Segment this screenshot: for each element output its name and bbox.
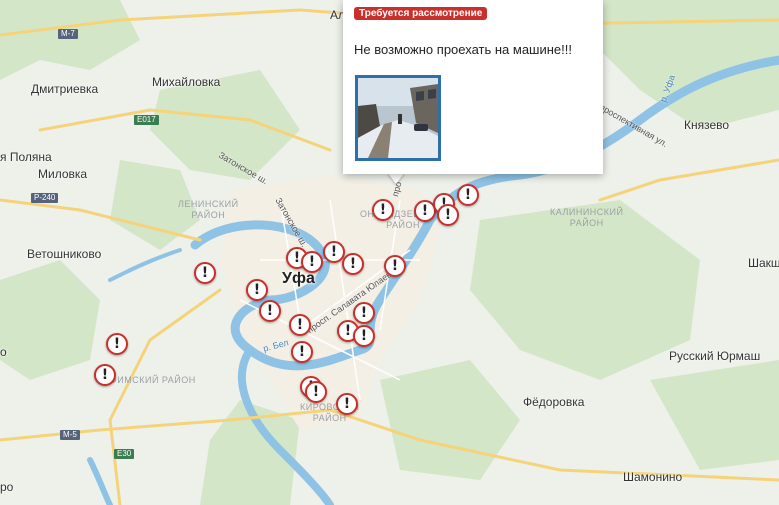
- highway-shield-p240: Р-240: [31, 193, 59, 203]
- incident-marker[interactable]: !: [457, 184, 479, 206]
- incident-marker[interactable]: !: [342, 253, 364, 275]
- place-label-dmitrievka: Дмитриевка: [31, 82, 99, 96]
- incident-marker[interactable]: !: [194, 262, 216, 284]
- highway-shield-e017: E017: [134, 115, 159, 125]
- marker-exclamation-icon: !: [343, 396, 351, 412]
- marker-exclamation-icon: !: [308, 254, 316, 270]
- incident-marker[interactable]: !: [353, 325, 375, 347]
- place-label-fedorovka: Фёдоровка: [523, 395, 585, 409]
- incident-marker[interactable]: !: [336, 393, 358, 415]
- marker-exclamation-icon: !: [101, 367, 109, 383]
- incident-marker[interactable]: !: [246, 279, 268, 301]
- incident-popup: Требуется рассмотрение Не возможно проех…: [343, 0, 603, 174]
- marker-exclamation-icon: !: [330, 244, 338, 260]
- district-kal-line1: КАЛИНИНСКИЙ: [550, 207, 624, 217]
- incident-marker[interactable]: !: [289, 314, 311, 336]
- place-label-vetoshnikovo: Ветошниково: [27, 247, 102, 261]
- incident-marker[interactable]: !: [301, 251, 323, 273]
- status-badge: Требуется рассмотрение: [354, 7, 488, 20]
- incident-marker[interactable]: !: [259, 300, 281, 322]
- district-kal-line2: РАЙОН: [569, 218, 604, 228]
- photo-thumbnail[interactable]: [355, 75, 441, 161]
- marker-exclamation-icon: !: [201, 265, 209, 281]
- incident-marker[interactable]: !: [372, 199, 394, 221]
- place-label-shamonino: Шамонино: [623, 470, 683, 484]
- marker-exclamation-icon: !: [312, 384, 320, 400]
- marker-exclamation-icon: !: [266, 303, 274, 319]
- highway-shield-e30: E30: [114, 449, 135, 459]
- district-ord-line2: РАЙОН: [386, 220, 420, 230]
- place-label-russky-yurmash: Русский Юрмаш: [669, 349, 761, 363]
- district-label-ufimsky: УФИМСКИЙ РАЙОН: [104, 375, 196, 385]
- district-kir-line2: РАЙОН: [312, 413, 347, 423]
- marker-exclamation-icon: !: [379, 202, 387, 218]
- highway-shield-m7: М-7: [58, 29, 78, 39]
- marker-exclamation-icon: !: [444, 207, 452, 223]
- marker-exclamation-icon: !: [349, 256, 357, 272]
- incident-marker[interactable]: !: [305, 381, 327, 403]
- incident-marker[interactable]: !: [353, 302, 375, 324]
- place-label-mikhailovka: Михайловка: [152, 75, 221, 89]
- popup-description: Не возможно проехать на машине!!!: [354, 42, 572, 57]
- street-photo-image: [358, 78, 438, 158]
- marker-exclamation-icon: !: [391, 258, 399, 274]
- district-label-leninsky: ЛЕНИНСКИЙ РАЙОН: [178, 199, 239, 221]
- place-label-polyana: я Поляна: [0, 150, 52, 164]
- marker-exclamation-icon: !: [253, 282, 261, 298]
- incident-marker[interactable]: !: [384, 255, 406, 277]
- place-label-ro: ро: [0, 480, 14, 494]
- incident-marker[interactable]: !: [291, 341, 313, 363]
- marker-exclamation-icon: !: [113, 336, 121, 352]
- marker-exclamation-icon: !: [421, 203, 429, 219]
- marker-exclamation-icon: !: [296, 317, 304, 333]
- marker-exclamation-icon: !: [344, 323, 352, 339]
- marker-exclamation-icon: !: [360, 305, 368, 321]
- marker-exclamation-icon: !: [298, 344, 306, 360]
- highway-shield-m5: М-5: [60, 430, 80, 440]
- district-leninsky-line1: ЛЕНИНСКИЙ: [178, 199, 239, 209]
- place-label-milovka: Миловка: [38, 167, 88, 181]
- place-label-knyazevo: Князево: [684, 118, 730, 132]
- marker-exclamation-icon: !: [293, 250, 301, 266]
- place-label-shakshy: Шакш: [748, 256, 779, 270]
- district-label-kalininsky: КАЛИНИНСКИЙ РАЙОН: [550, 207, 623, 229]
- marker-exclamation-icon: !: [360, 328, 368, 344]
- incident-marker[interactable]: !: [106, 333, 128, 355]
- incident-marker[interactable]: !: [94, 364, 116, 386]
- district-leninsky-line2: РАЙОН: [191, 210, 226, 220]
- place-label-o: о: [0, 345, 7, 359]
- marker-exclamation-icon: !: [464, 187, 472, 203]
- incident-marker[interactable]: !: [437, 204, 459, 226]
